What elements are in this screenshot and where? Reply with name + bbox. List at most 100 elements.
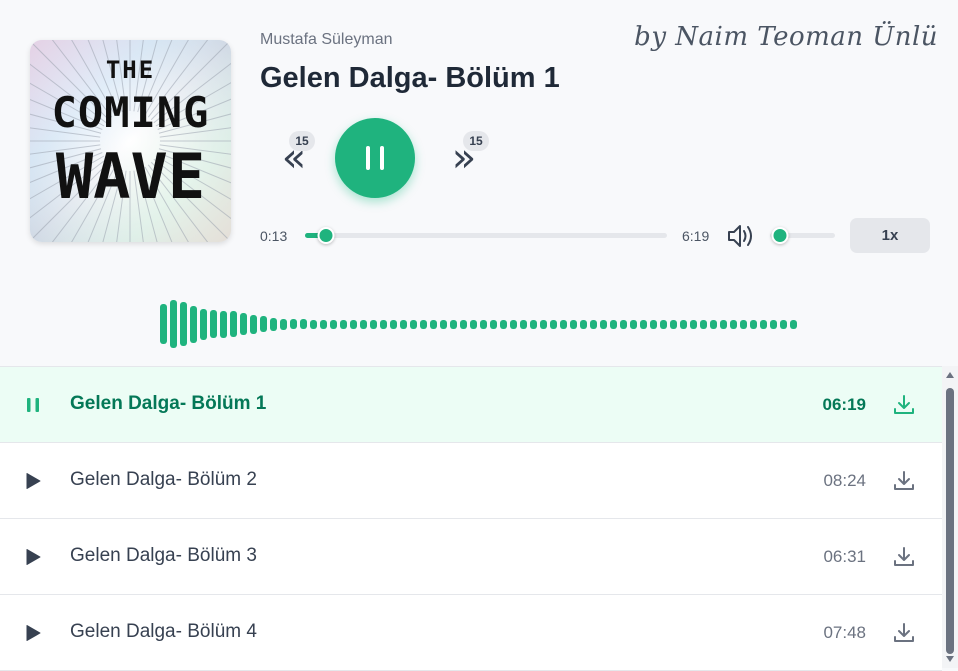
playlist-item-title: Gelen Dalga- Bölüm 1 xyxy=(70,393,267,414)
volume-icon[interactable] xyxy=(726,222,756,250)
play-icon[interactable] xyxy=(24,624,42,642)
download-icon[interactable] xyxy=(892,621,916,645)
waveform-bar xyxy=(620,319,627,329)
playlist-scrollbar[interactable] xyxy=(942,366,958,668)
playlist-item-title: Gelen Dalga- Bölüm 3 xyxy=(70,545,257,566)
progress-slider[interactable] xyxy=(305,227,667,244)
rewind-seconds-badge: 15 xyxy=(289,131,315,151)
waveform-bar xyxy=(270,317,277,331)
cover-text-coming: COMING xyxy=(51,88,210,137)
play-icon[interactable] xyxy=(24,548,42,566)
waveform-bar xyxy=(690,319,697,329)
waveform-bar xyxy=(710,319,717,329)
waveform-bar xyxy=(540,319,547,329)
waveform-bar xyxy=(340,319,347,329)
waveform-bar xyxy=(720,319,727,329)
waveform-bar xyxy=(410,319,417,329)
audio-player: THE COMING WAVE Mustafa Süleyman Gelen D… xyxy=(0,0,958,366)
waveform-bar xyxy=(190,305,197,343)
scroll-down-arrow[interactable] xyxy=(946,656,954,662)
waveform-bar xyxy=(530,319,537,329)
forward-seconds-badge: 15 xyxy=(463,131,489,151)
scrollbar-thumb[interactable] xyxy=(946,388,954,654)
waveform-bar xyxy=(630,319,637,329)
waveform-bar xyxy=(370,319,377,329)
waveform-bar xyxy=(260,316,267,332)
waveform-bar xyxy=(170,300,177,348)
pause-button[interactable] xyxy=(335,118,415,198)
waveform-bar xyxy=(760,319,767,329)
signature: by Naim Teoman Ünlü xyxy=(634,22,938,52)
cover-text-wave: WAVE xyxy=(55,140,206,213)
album-cover: THE COMING WAVE xyxy=(30,40,231,242)
playlist-item-duration: 08:24 xyxy=(823,471,866,490)
waveform-bar xyxy=(520,319,527,329)
pause-icon[interactable] xyxy=(24,396,42,414)
playlist: Gelen Dalga- Bölüm 1 06:19 Gelen Dalga- Bö… xyxy=(0,366,942,671)
progress-thumb[interactable] xyxy=(317,227,335,244)
waveform-bar xyxy=(500,319,507,329)
playlist-item-title: Gelen Dalga- Bölüm 4 xyxy=(70,621,257,642)
waveform-bar xyxy=(650,319,657,329)
waveform-bar xyxy=(670,319,677,329)
download-icon[interactable] xyxy=(892,393,916,417)
waveform-bar xyxy=(300,319,307,329)
waveform-bar xyxy=(790,319,797,329)
download-icon[interactable] xyxy=(892,469,916,493)
waveform-bar xyxy=(780,319,787,329)
scroll-up-arrow[interactable] xyxy=(946,372,954,378)
waveform-bar xyxy=(470,319,477,329)
waveform-bar xyxy=(380,319,387,329)
waveform-bar xyxy=(360,319,367,329)
waveform-bar xyxy=(400,319,407,329)
waveform-bar xyxy=(600,319,607,329)
waveform-bar xyxy=(740,319,747,329)
author-name: Mustafa Süleyman xyxy=(260,31,393,48)
playlist-row[interactable]: Gelen Dalga- Bölüm 2 08:24 xyxy=(0,443,942,519)
waveform-bar xyxy=(230,311,237,337)
waveform-bar xyxy=(240,313,247,335)
duration-time: 6:19 xyxy=(682,228,710,244)
waveform-bar xyxy=(450,319,457,329)
waveform-bar xyxy=(420,319,427,329)
waveform-bar xyxy=(680,319,687,329)
waveform-bar xyxy=(640,319,647,329)
current-time: 0:13 xyxy=(260,228,288,244)
waveform-bar xyxy=(580,319,587,329)
waveform-bar xyxy=(660,319,667,329)
track-title: Gelen Dalga- Bölüm 1 xyxy=(260,62,560,94)
waveform-bar xyxy=(160,304,167,344)
waveform-bar xyxy=(570,319,577,329)
playlist-item-duration: 06:31 xyxy=(823,547,866,566)
waveform-bar xyxy=(770,319,777,329)
waveform-bar xyxy=(510,319,517,329)
play-icon[interactable] xyxy=(24,472,42,490)
waveform-bar xyxy=(220,310,227,338)
waveform-bar xyxy=(310,319,317,329)
forward-15-button[interactable]: » 15 xyxy=(436,131,492,183)
playlist-item-duration: 06:19 xyxy=(822,395,866,414)
waveform-bar xyxy=(390,319,397,329)
waveform-bar xyxy=(440,319,447,329)
waveform-bar xyxy=(430,319,437,329)
playlist-row[interactable]: Gelen Dalga- Bölüm 3 06:31 xyxy=(0,519,942,595)
playlist-row[interactable]: Gelen Dalga- Bölüm 1 06:19 xyxy=(0,367,942,443)
waveform-bar xyxy=(350,319,357,329)
volume-thumb[interactable] xyxy=(771,227,789,244)
waveform-bar xyxy=(610,319,617,329)
waveform-bar xyxy=(180,302,187,346)
waveform-visualizer xyxy=(160,296,797,352)
playlist-item-title: Gelen Dalga- Bölüm 2 xyxy=(70,469,257,490)
playlist-row[interactable]: Gelen Dalga- Bölüm 4 07:48 xyxy=(0,595,942,671)
waveform-bar xyxy=(200,308,207,340)
waveform-bar xyxy=(700,319,707,329)
pause-icon-bar-right xyxy=(380,146,384,170)
volume-slider[interactable] xyxy=(770,227,835,244)
playback-speed-button[interactable]: 1x xyxy=(850,218,930,253)
waveform-bar xyxy=(320,319,327,329)
waveform-bar xyxy=(750,319,757,329)
waveform-bar xyxy=(590,319,597,329)
waveform-bar xyxy=(460,319,467,329)
download-icon[interactable] xyxy=(892,545,916,569)
rewind-15-button[interactable]: « 15 xyxy=(266,131,322,183)
